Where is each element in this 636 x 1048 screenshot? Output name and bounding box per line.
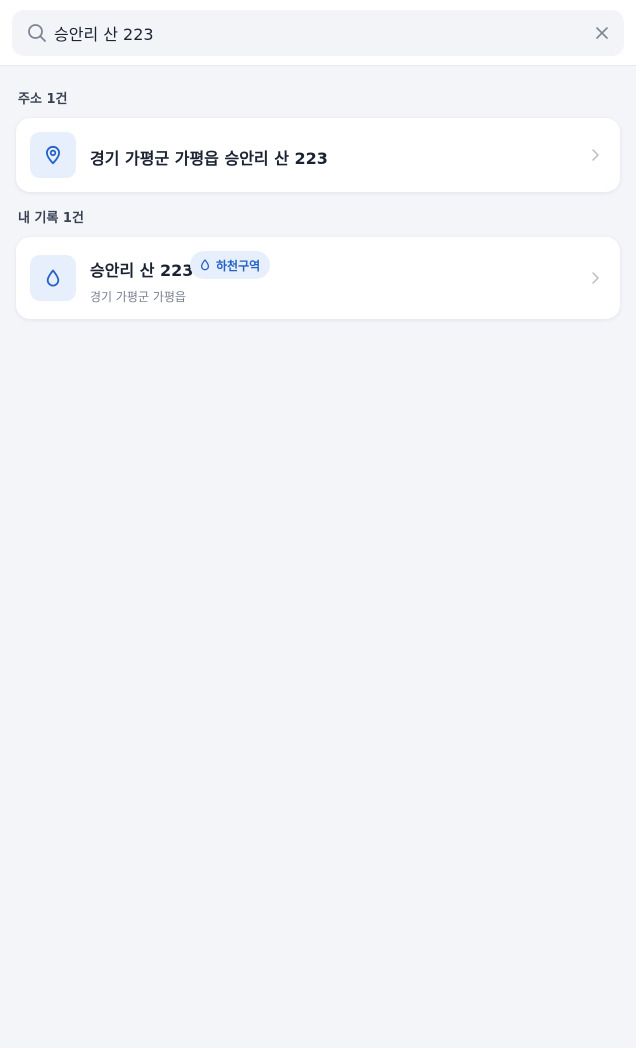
address-title: 경기 가평군 가평읍 승안리 산 223 [90, 149, 328, 168]
chevron-right-icon [592, 272, 599, 284]
zone-badge-label: 하천구역 [216, 258, 261, 273]
chevron-right-icon [592, 149, 599, 161]
address-result-item[interactable]: 경기 가평군 가평읍 승안리 산 223 [16, 118, 620, 192]
address-icon-box [30, 132, 76, 178]
records-section-label: 내 기록 1건 [18, 211, 84, 226]
record-result-item[interactable]: 승안리 산 223 하천구역 경기 가평군 가평읍 [16, 237, 620, 319]
search-input[interactable] [54, 21, 574, 45]
address-section-label: 주소 1건 [18, 92, 68, 107]
clear-icon[interactable] [594, 25, 610, 41]
search-bar[interactable] [12, 10, 624, 56]
record-title: 승안리 산 223 [90, 261, 194, 280]
water-drop-icon [200, 259, 210, 271]
record-subtitle: 경기 가평군 가평읍 [90, 290, 186, 304]
zone-badge: 하천구역 [190, 251, 271, 279]
location-pin-icon [46, 145, 60, 165]
water-drop-icon [46, 269, 60, 287]
record-icon-box [30, 255, 76, 301]
top-bar [0, 0, 636, 66]
search-icon [28, 24, 46, 42]
